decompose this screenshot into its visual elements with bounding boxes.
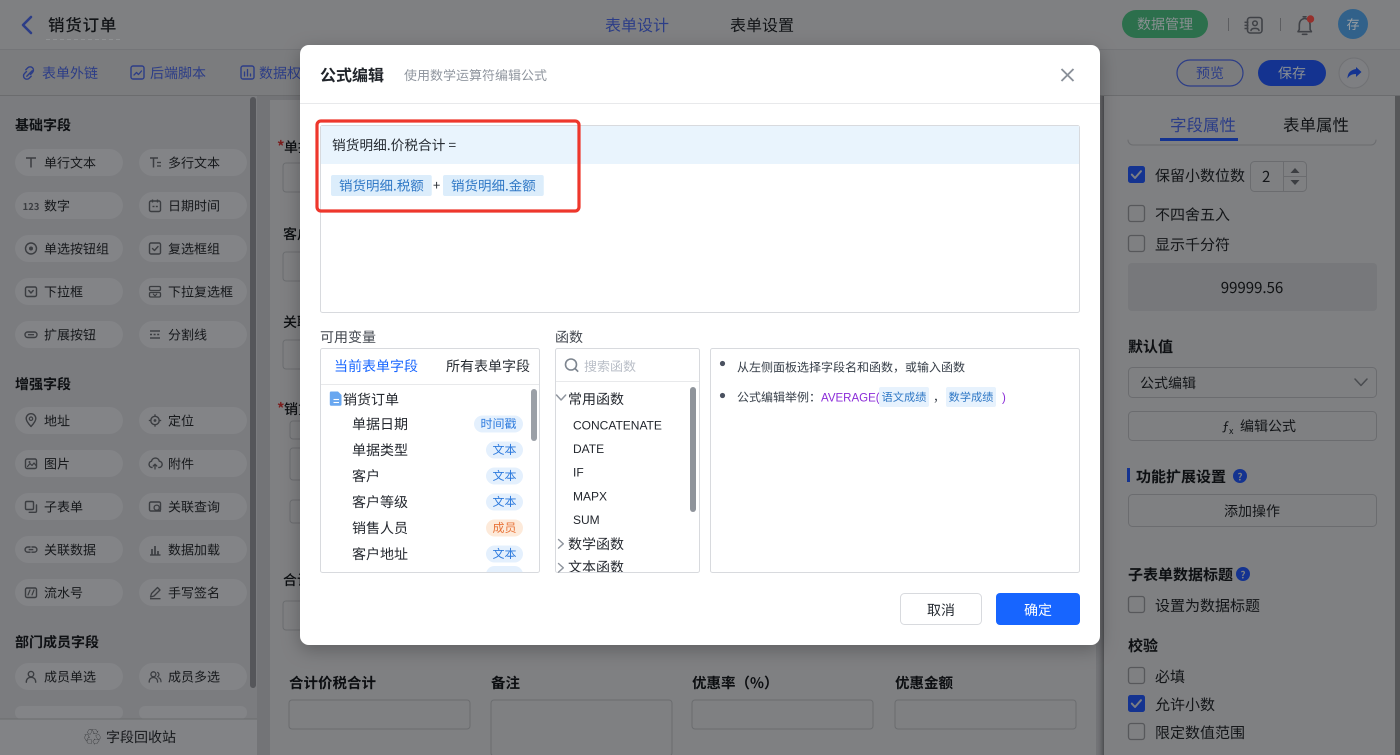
svg-text:DATE: DATE <box>573 442 604 456</box>
svg-text:MAPX: MAPX <box>573 489 607 503</box>
svg-text:IF: IF <box>573 466 584 480</box>
svg-text:): ) <box>1002 393 1006 405</box>
svg-text:SUM: SUM <box>573 513 600 527</box>
svg-text:AVERAGE(: AVERAGE( <box>821 393 880 405</box>
svg-text:CONCATENATE: CONCATENATE <box>573 419 662 433</box>
